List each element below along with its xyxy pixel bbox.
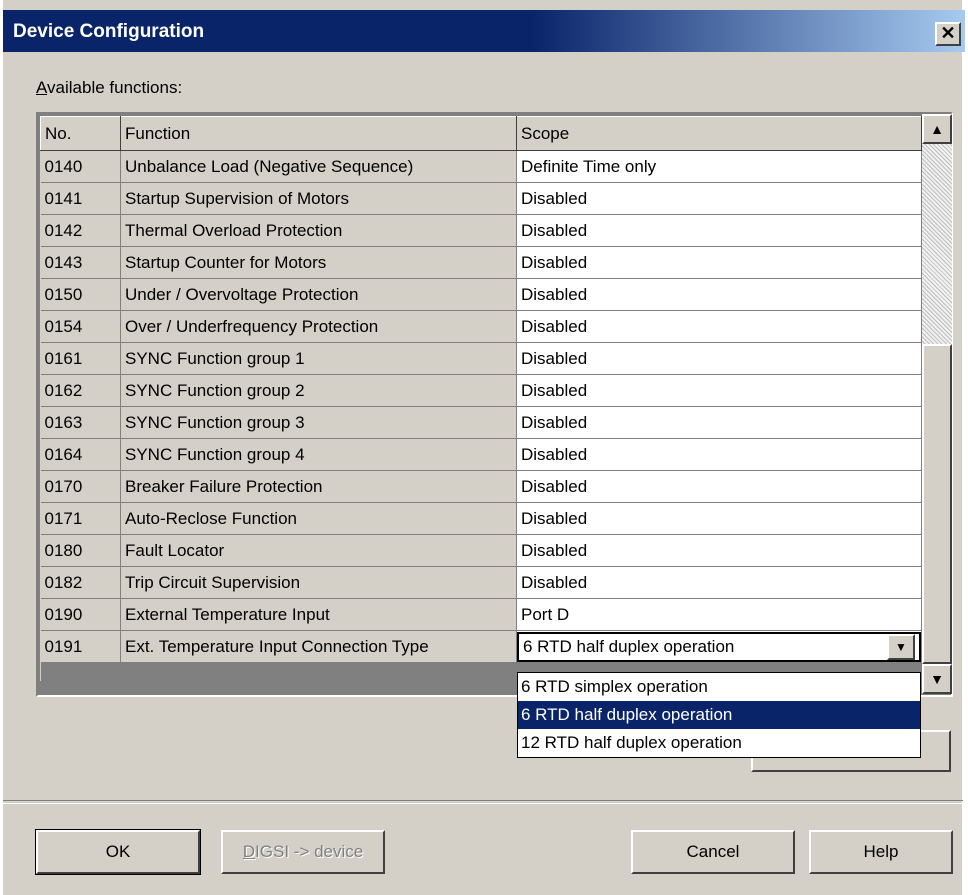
cell-no: 0163: [40, 406, 121, 439]
cell-no: 0171: [40, 502, 121, 535]
table-row[interactable]: 0163 SYNC Function group 3 Disabled: [40, 406, 922, 439]
cell-no: 0140: [40, 150, 121, 183]
device-configuration-dialog: Device Configuration ✕ Available functio…: [0, 0, 965, 895]
cell-function: Thermal Overload Protection: [120, 214, 517, 247]
cell-no: 0154: [40, 310, 121, 343]
cell-scope[interactable]: Disabled: [516, 182, 922, 215]
dropdown-option[interactable]: 6 RTD simplex operation: [518, 673, 920, 701]
cell-function: Breaker Failure Protection: [120, 470, 517, 503]
cell-no: 0182: [40, 566, 121, 599]
cell-function: Startup Supervision of Motors: [120, 182, 517, 215]
cell-no: 0191: [40, 630, 121, 663]
close-button[interactable]: ✕: [935, 22, 961, 46]
window-title: Device Configuration: [13, 21, 205, 42]
cell-function: Under / Overvoltage Protection: [120, 278, 517, 311]
table-scrollbar[interactable]: ▲ ▼: [922, 114, 952, 694]
scope-dropdown-list[interactable]: 6 RTD simplex operation 6 RTD half duplex…: [517, 672, 921, 758]
cell-no: 0143: [40, 246, 121, 279]
cell-function: Unbalance Load (Negative Sequence): [120, 150, 517, 183]
cell-scope[interactable]: Disabled: [516, 438, 922, 471]
cell-scope[interactable]: Port D: [516, 598, 922, 631]
cell-scope[interactable]: Disabled: [516, 246, 922, 279]
table-row[interactable]: 0171 Auto-Reclose Function Disabled: [40, 502, 922, 535]
cell-scope[interactable]: Disabled: [516, 470, 922, 503]
cell-function: Fault Locator: [120, 534, 517, 567]
cell-no: 0161: [40, 342, 121, 375]
table-row[interactable]: 0154 Over / Underfrequency Protection Disa…: [40, 310, 922, 343]
table-row[interactable]: 0142 Thermal Overload Protection Disabled: [40, 214, 922, 247]
cell-scope[interactable]: Disabled: [516, 534, 922, 567]
table-row[interactable]: 0143 Startup Counter for Motors Disabled: [40, 246, 922, 279]
cell-function: Trip Circuit Supervision: [120, 566, 517, 599]
available-functions-label: Available functions:: [36, 78, 183, 97]
table-row[interactable]: 0182 Trip Circuit Supervision Disabled: [40, 566, 922, 599]
column-header-function[interactable]: Function: [120, 116, 517, 151]
dropdown-option[interactable]: 6 RTD half duplex operation: [518, 701, 920, 729]
table-row[interactable]: 0164 SYNC Function group 4 Disabled: [40, 438, 922, 471]
cell-function: Startup Counter for Motors: [120, 246, 517, 279]
cell-scope[interactable]: Disabled: [516, 566, 922, 599]
cell-scope[interactable]: Definite Time only: [516, 150, 922, 183]
cell-function: Auto-Reclose Function: [120, 502, 517, 535]
cell-function: Over / Underfrequency Protection: [120, 310, 517, 343]
scope-combobox[interactable]: 6 RTD half duplex operation ▼: [517, 631, 921, 662]
functions-table: No. Function Scope 0140 Unbalance Load (N…: [40, 116, 922, 681]
help-button[interactable]: Help: [809, 830, 953, 874]
scroll-thumb[interactable]: [922, 344, 952, 664]
cell-scope[interactable]: 6 RTD half duplex operation ▼: [516, 630, 922, 663]
triangle-down-icon: ▼: [895, 639, 907, 654]
functions-table-frame: No. Function Scope 0140 Unbalance Load (N…: [36, 112, 953, 697]
cell-function: SYNC Function group 4: [120, 438, 517, 471]
cell-function: SYNC Function group 3: [120, 406, 517, 439]
table-row[interactable]: 0141 Startup Supervision of Motors Disable…: [40, 182, 922, 215]
scroll-up-button[interactable]: ▲: [922, 114, 952, 144]
ok-button[interactable]: OK: [35, 829, 201, 875]
cell-no: 0190: [40, 598, 121, 631]
cell-no: 0150: [40, 278, 121, 311]
cell-scope[interactable]: Disabled: [516, 374, 922, 407]
cell-function: External Temperature Input: [120, 598, 517, 631]
cell-scope[interactable]: Disabled: [516, 502, 922, 535]
cell-no: 0170: [40, 470, 121, 503]
table-header: No. Function Scope: [40, 116, 922, 151]
cancel-button[interactable]: Cancel: [631, 830, 795, 874]
combobox-dropdown-button[interactable]: ▼: [887, 633, 915, 660]
combobox-value: 6 RTD half duplex operation: [523, 636, 735, 656]
cell-function: SYNC Function group 1: [120, 342, 517, 375]
cell-scope[interactable]: Disabled: [516, 278, 922, 311]
triangle-down-icon: ▼: [930, 671, 944, 687]
dropdown-option[interactable]: 12 RTD half duplex operation: [518, 729, 920, 757]
cell-no: 0141: [40, 182, 121, 215]
column-header-scope[interactable]: Scope: [516, 116, 922, 151]
column-header-no[interactable]: No.: [40, 116, 121, 151]
table-row-active[interactable]: 0191 Ext. Temperature Input Connection Ty…: [40, 630, 922, 663]
cell-function: SYNC Function group 2: [120, 374, 517, 407]
cell-scope[interactable]: Disabled: [516, 214, 922, 247]
cell-no: 0180: [40, 534, 121, 567]
table-row[interactable]: 0162 SYNC Function group 2 Disabled: [40, 374, 922, 407]
cell-scope[interactable]: Disabled: [516, 406, 922, 439]
table-row[interactable]: 0170 Breaker Failure Protection Disabled: [40, 470, 922, 503]
digsi-to-device-button[interactable]: D IGSI -> device: [221, 830, 385, 874]
cell-scope[interactable]: Disabled: [516, 342, 922, 375]
cell-no: 0162: [40, 374, 121, 407]
cell-no: 0164: [40, 438, 121, 471]
table-row[interactable]: 0180 Fault Locator Disabled: [40, 534, 922, 567]
table-row[interactable]: 0161 SYNC Function group 1 Disabled: [40, 342, 922, 375]
triangle-up-icon: ▲: [930, 121, 944, 137]
table-row[interactable]: 0190 External Temperature Input Port D: [40, 598, 922, 631]
cell-no: 0142: [40, 214, 121, 247]
separator: [3, 800, 963, 804]
cell-scope[interactable]: Disabled: [516, 310, 922, 343]
table-row[interactable]: 0140 Unbalance Load (Negative Sequence) De…: [40, 150, 922, 183]
title-bar[interactable]: Device Configuration ✕: [3, 10, 965, 52]
cell-function: Ext. Temperature Input Connection Type: [120, 630, 517, 663]
table-row[interactable]: 0150 Under / Overvoltage Protection Disabl…: [40, 278, 922, 311]
scroll-down-button[interactable]: ▼: [922, 664, 952, 694]
